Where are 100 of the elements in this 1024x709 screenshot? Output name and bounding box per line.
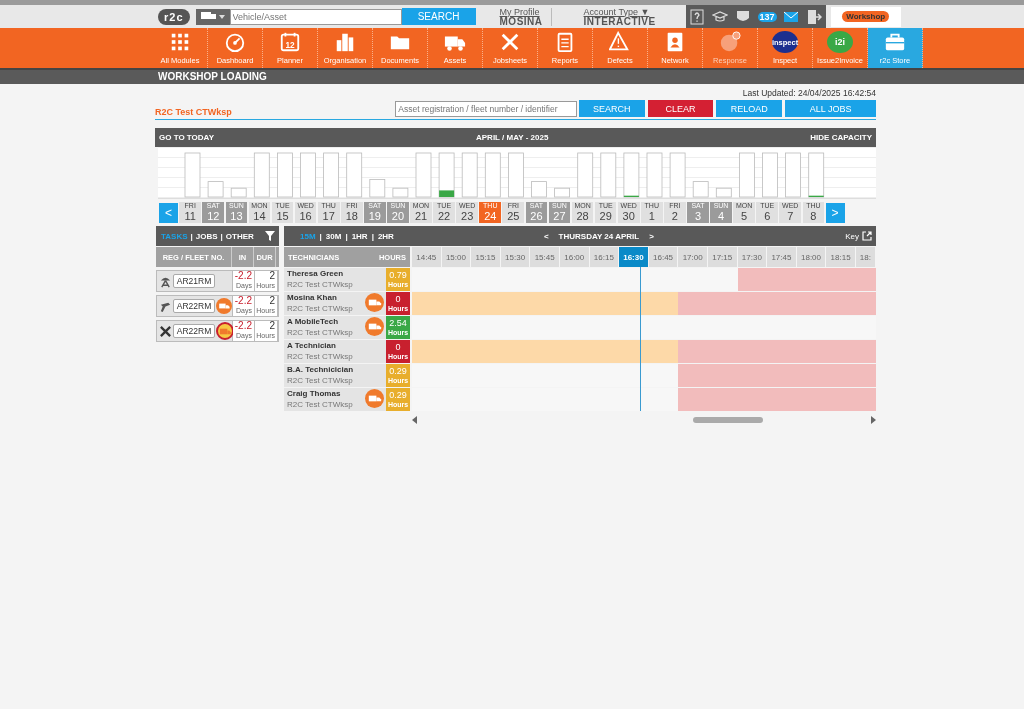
time-slot[interactable]: 15:15 (471, 247, 501, 267)
time-slot[interactable]: 18:00 (796, 247, 827, 267)
response-icon (719, 31, 741, 53)
separator: | (319, 231, 322, 241)
unavailable-slot (678, 364, 708, 387)
technician-site: R2C Test CTWksp (287, 376, 353, 385)
caret-icon (218, 14, 225, 19)
separator: | (190, 231, 193, 241)
month-title: APRIL / MAY - 2025 (476, 133, 549, 142)
time-slot[interactable]: 18: (855, 247, 876, 267)
last-updated-text: Last Updated: 24/04/2025 16:42:54 (741, 87, 876, 98)
unavailable-slot (855, 292, 876, 315)
unavailable-slot (855, 268, 876, 291)
time-slot[interactable]: 14:45 (412, 247, 442, 267)
key-link[interactable]: Key (845, 231, 859, 241)
action-button[interactable]: SEARCH (578, 100, 645, 117)
technician-name: A Technician (287, 341, 337, 351)
van-icon (216, 298, 232, 314)
action-button[interactable]: RELOAD (716, 100, 783, 117)
time-slot[interactable]: 18:15 (826, 247, 856, 267)
technician-name: B.A. Technicician (287, 365, 355, 375)
technician-site: R2C Test CTWksp (287, 328, 353, 337)
separator: | (371, 231, 374, 241)
technician-site: R2C Test CTWksp (287, 280, 353, 289)
filter-icon[interactable] (265, 231, 275, 241)
account-type-value: INTERACTIVE (583, 16, 656, 27)
technician-site: R2C Test CTWksp (287, 400, 353, 409)
graduation-cap-icon[interactable] (711, 8, 728, 25)
unavailable-slot (678, 340, 708, 363)
next-day-button[interactable]: > (649, 231, 654, 241)
unavailable-slot (737, 268, 768, 291)
registration-field[interactable]: AR22RM (173, 299, 215, 313)
time-slot[interactable]: 17:00 (678, 247, 708, 267)
panel-tab[interactable]: JOBS (195, 231, 218, 241)
vehicle-search-field[interactable]: Vehicle/Asset (229, 8, 402, 25)
technician-name: Theresa Green (287, 269, 345, 279)
time-slot[interactable]: 16:00 (559, 247, 590, 267)
scale-tab[interactable]: 1HR (351, 231, 368, 241)
action-button[interactable]: ALL JOBS (785, 100, 876, 117)
booked-slot (412, 340, 442, 363)
previous-button[interactable]: < (159, 202, 178, 223)
highlighted-van-icon[interactable] (216, 322, 234, 340)
unavailable-slot (855, 388, 876, 411)
time-slot[interactable]: 16:30 (619, 247, 649, 267)
previous-day-button[interactable]: < (543, 231, 549, 241)
account-type-link[interactable]: Account Type ▼ (583, 6, 656, 17)
registration-field[interactable]: AR21RM (173, 274, 215, 288)
panel-tab[interactable]: TASKS (161, 231, 188, 241)
time-slot[interactable]: 17:30 (737, 247, 768, 267)
buildings-icon (334, 31, 356, 53)
workshop-name: R2C Test CTWksp (155, 105, 233, 117)
scale-tab[interactable]: 30M (325, 231, 342, 241)
search-button[interactable]: SEARCH (401, 8, 476, 25)
popout-icon[interactable] (862, 231, 872, 241)
briefcase-icon (884, 31, 906, 53)
scroll-left-icon[interactable] (412, 416, 418, 424)
help-icon[interactable] (689, 8, 706, 25)
booked-slot (648, 340, 679, 363)
notification-badge: 137 (757, 11, 777, 22)
van-icon (365, 293, 384, 312)
page-title: WORKSHOP LOADING (0, 68, 1024, 84)
tools-icon (159, 324, 172, 338)
time-slot[interactable]: 16:15 (589, 247, 620, 267)
separator: | (220, 231, 223, 241)
time-slot[interactable]: 16:45 (648, 247, 679, 267)
schedule-date: THURSDAY 24 APRIL (558, 231, 640, 241)
my-profile-link[interactable]: My Profile (499, 6, 543, 17)
unavailable-slot (855, 340, 876, 363)
asset-search-field[interactable]: Asset registration / fleet number / identifier (395, 100, 577, 117)
logout-icon[interactable] (806, 8, 823, 25)
time-slot[interactable]: 17:15 (707, 247, 738, 267)
vehicle-type-dropdown[interactable] (195, 8, 230, 25)
technician-name: A MobileTech (287, 317, 340, 327)
separator: | (345, 231, 348, 241)
van-icon (365, 317, 384, 336)
panel-tab[interactable]: OTHER (225, 231, 254, 241)
action-button[interactable]: CLEAR (647, 100, 714, 117)
unavailable-slot (678, 292, 708, 315)
tools-icon (499, 31, 521, 53)
profile-name: MOSINA (499, 16, 543, 27)
registration-field[interactable]: AR22RM (173, 324, 215, 338)
time-slot[interactable]: 15:00 (441, 247, 472, 267)
next-button[interactable]: > (825, 202, 845, 223)
calendar-icon: 12 (279, 31, 301, 53)
technician-site: R2C Test CTWksp (287, 304, 353, 313)
workshop-logo[interactable]: Workshop (830, 6, 901, 27)
hide-capacity-link[interactable]: HIDE CAPACITY (810, 133, 872, 142)
time-slot[interactable]: 15:45 (530, 247, 560, 267)
i2i-logo: i2i (827, 31, 853, 53)
time-slot[interactable]: 15:30 (500, 247, 531, 267)
gauge-icon (224, 31, 246, 53)
scale-tab[interactable]: 2HR (377, 231, 394, 241)
r2c-logo[interactable]: r2c (158, 8, 190, 25)
go-to-today-link[interactable]: GO TO TODAY (159, 133, 214, 142)
unavailable-slot (678, 388, 708, 411)
horizontal-scrollbar[interactable] (412, 414, 876, 426)
time-slot[interactable]: 17:45 (767, 247, 797, 267)
scroll-right-icon[interactable] (870, 416, 876, 424)
scale-tab[interactable]: 15M (300, 231, 316, 241)
technician-name: Mosina Khan (287, 293, 338, 303)
